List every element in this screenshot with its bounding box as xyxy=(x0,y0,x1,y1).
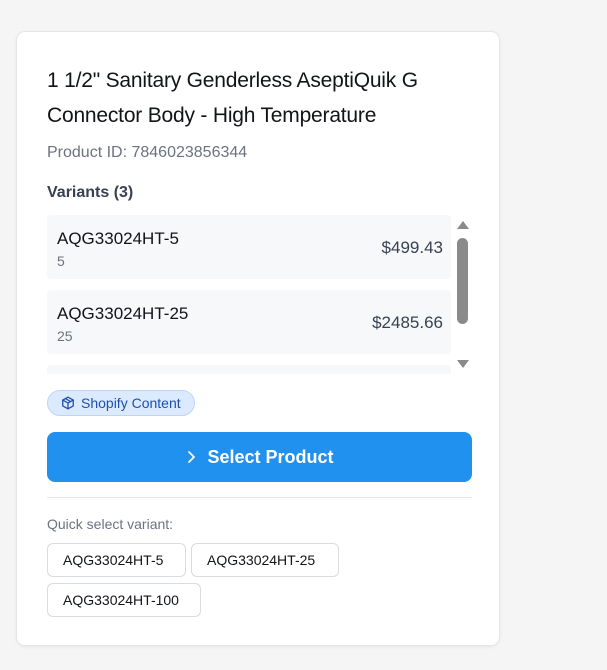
product-card: 1 1/2" Sanitary Genderless AseptiQuik G … xyxy=(16,31,500,646)
product-id: Product ID: 7846023856344 xyxy=(47,144,248,161)
package-icon xyxy=(61,396,75,410)
variant-row[interactable] xyxy=(47,365,451,374)
select-product-button[interactable]: Select Product xyxy=(47,432,472,482)
scrollbar-thumb[interactable] xyxy=(457,238,468,324)
quick-select-chip[interactable]: AQG33024HT-5 xyxy=(47,543,186,577)
variant-row[interactable]: AQG33024HT-5 5 $499.43 xyxy=(47,215,451,279)
product-title: 1 1/2" Sanitary Genderless AseptiQuik G … xyxy=(47,69,418,127)
variant-list[interactable]: AQG33024HT-5 5 $499.43 AQG33024HT-25 25 … xyxy=(47,215,472,374)
scroll-up-arrow-icon[interactable] xyxy=(457,221,469,229)
quick-select-label: Quick select variant: xyxy=(47,516,174,532)
variant-row[interactable]: AQG33024HT-25 25 $2485.66 xyxy=(47,290,451,354)
variant-list-scrollbar[interactable] xyxy=(454,215,471,374)
variant-sku: AQG33024HT-5 xyxy=(57,229,179,248)
shopify-content-badge: Shopify Content xyxy=(47,390,195,416)
variant-sku: AQG33024HT-25 xyxy=(57,304,189,323)
variant-quantity: 5 xyxy=(57,253,65,269)
chevron-right-icon xyxy=(185,450,197,464)
variant-price: $2485.66 xyxy=(372,313,443,332)
divider xyxy=(47,497,472,498)
variants-heading: Variants (3) xyxy=(47,184,134,201)
scroll-down-arrow-icon[interactable] xyxy=(457,360,469,368)
badge-label: Shopify Content xyxy=(81,395,181,411)
quick-select-chip[interactable]: AQG33024HT-25 xyxy=(191,543,339,577)
variant-price: $499.43 xyxy=(381,238,443,257)
quick-select-chip[interactable]: AQG33024HT-100 xyxy=(47,583,201,617)
select-product-label: Select Product xyxy=(207,446,334,467)
variant-quantity: 25 xyxy=(57,328,73,344)
